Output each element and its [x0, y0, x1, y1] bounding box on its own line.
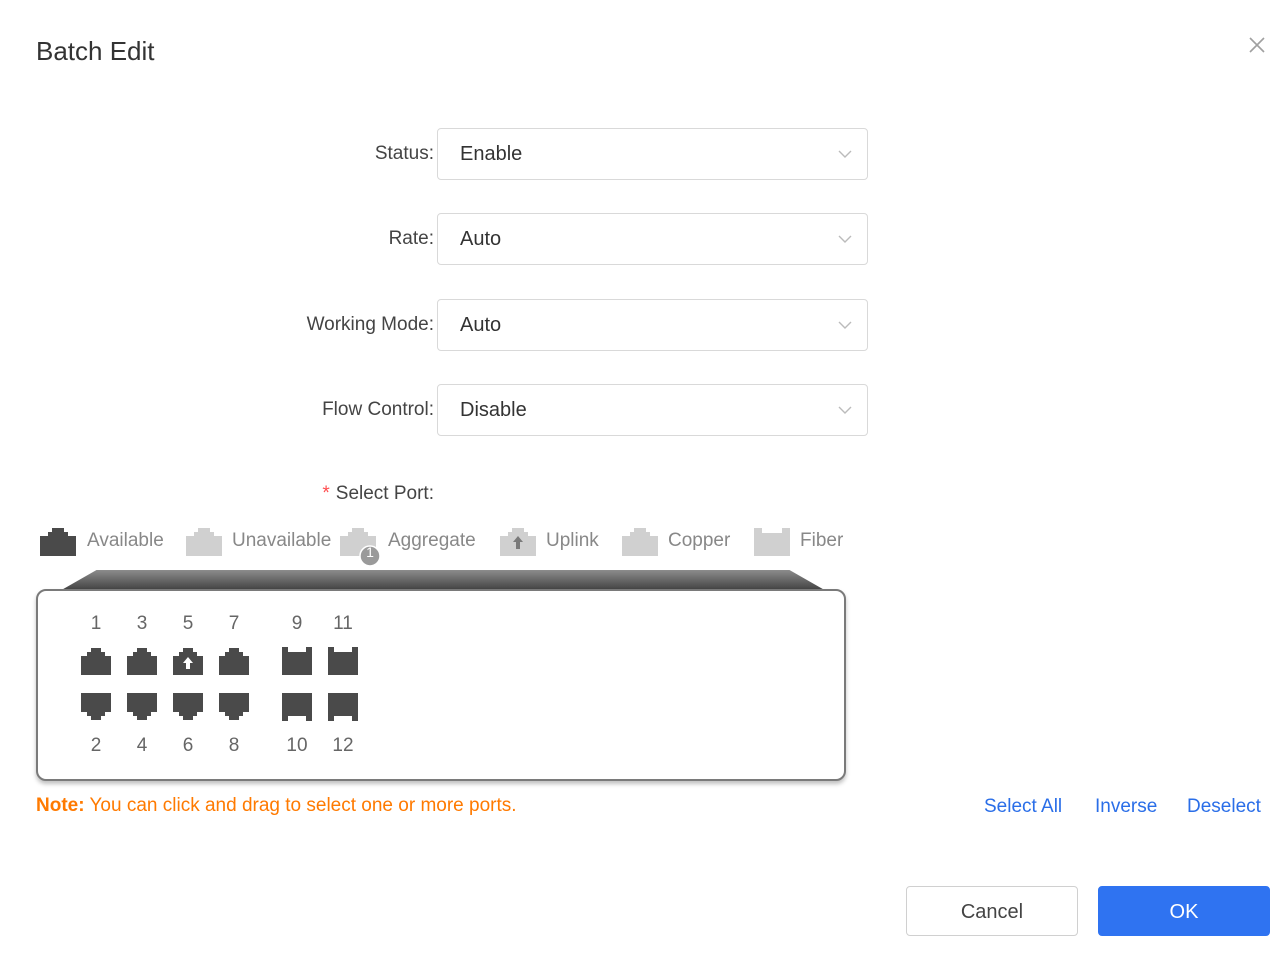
flow-control-select[interactable]: Disable	[437, 384, 868, 436]
ok-button[interactable]: OK	[1098, 886, 1270, 936]
copper-port-1[interactable]	[81, 647, 111, 675]
copper-port-icon	[622, 528, 658, 556]
port-label: 7	[228, 613, 240, 634]
uplink-port-5[interactable]	[173, 647, 203, 675]
batch-edit-dialog: Batch Edit Status: Enable Rate: Auto Wor…	[0, 0, 1286, 954]
flow-control-select-value: Disable	[460, 399, 527, 421]
chevron-down-icon	[838, 235, 852, 243]
rate-select[interactable]: Auto	[437, 213, 868, 265]
aggregate-badge: 1	[366, 544, 374, 560]
note-label: Note:	[36, 795, 85, 816]
close-icon[interactable]	[1246, 34, 1268, 56]
legend-available-label: Available	[87, 530, 164, 551]
select-port-label: * Select Port:	[322, 468, 434, 520]
flow-control-row: Flow Control: Disable	[0, 384, 900, 436]
port-label: 9	[291, 613, 303, 634]
fiber-port-icon	[754, 528, 790, 556]
select-port-label-text: Select Port:	[335, 483, 434, 504]
select-port-row: * Select Port:	[0, 468, 900, 520]
chevron-down-icon	[838, 406, 852, 414]
legend-uplink-label: Uplink	[546, 530, 599, 551]
status-label: Status:	[374, 143, 434, 164]
port-unavailable-icon	[186, 528, 222, 556]
copper-port-4[interactable]	[127, 693, 157, 721]
status-select-value: Enable	[460, 143, 523, 165]
port-label: 4	[136, 735, 148, 756]
switch-panel: 1 3 5 7 9 11 2 4 6 8 10 12	[36, 589, 846, 781]
chevron-down-icon	[838, 150, 852, 158]
fiber-port-9[interactable]	[282, 647, 312, 675]
rate-label: Rate:	[388, 228, 434, 249]
copper-port-2[interactable]	[81, 693, 111, 721]
required-mark: *	[322, 483, 330, 504]
note-text: You can click and drag to select one or …	[84, 795, 517, 816]
fiber-port-11[interactable]	[328, 647, 358, 675]
uplink-port-icon	[500, 528, 536, 556]
port-label: 11	[333, 613, 353, 634]
working-mode-row: Working Mode: Auto	[0, 299, 900, 351]
port-available-icon	[40, 528, 76, 556]
flow-control-label: Flow Control:	[322, 399, 434, 420]
port-label: 12	[332, 735, 354, 756]
inverse-link[interactable]: Inverse	[1095, 796, 1157, 818]
port-label: 10	[286, 735, 308, 756]
status-select[interactable]: Enable	[437, 128, 868, 180]
copper-port-8[interactable]	[219, 693, 249, 721]
legend-unavailable-label: Unavailable	[232, 530, 332, 551]
rate-row: Rate: Auto	[0, 213, 900, 265]
port-label: 8	[228, 735, 240, 756]
fiber-port-12[interactable]	[328, 693, 358, 721]
working-mode-label: Working Mode:	[306, 314, 434, 335]
drag-select-note: Note: You can click and drag to select o…	[36, 795, 517, 817]
copper-port-6[interactable]	[173, 693, 203, 721]
port-label: 2	[90, 735, 102, 756]
port-label: 3	[136, 613, 148, 634]
fiber-port-10[interactable]	[282, 693, 312, 721]
dialog-title: Batch Edit	[36, 36, 155, 66]
cancel-button[interactable]: Cancel	[906, 886, 1078, 936]
working-mode-select-value: Auto	[460, 314, 502, 336]
select-all-link[interactable]: Select All	[984, 796, 1062, 818]
close-icon-glyph	[1249, 37, 1265, 53]
chevron-down-icon	[838, 321, 852, 329]
legend-fiber-label: Fiber	[800, 530, 844, 551]
port-label: 1	[90, 613, 102, 634]
rate-select-value: Auto	[460, 228, 502, 250]
aggregate-port-icon	[340, 528, 381, 567]
legend-aggregate-label: Aggregate	[388, 530, 476, 551]
status-row: Status: Enable	[0, 128, 900, 180]
port-label: 6	[182, 735, 194, 756]
copper-port-3[interactable]	[127, 647, 157, 675]
port-label: 5	[182, 613, 194, 634]
legend-copper-label: Copper	[668, 530, 731, 551]
working-mode-select[interactable]: Auto	[437, 299, 868, 351]
deselect-link[interactable]: Deselect	[1187, 796, 1261, 818]
copper-port-7[interactable]	[219, 647, 249, 675]
